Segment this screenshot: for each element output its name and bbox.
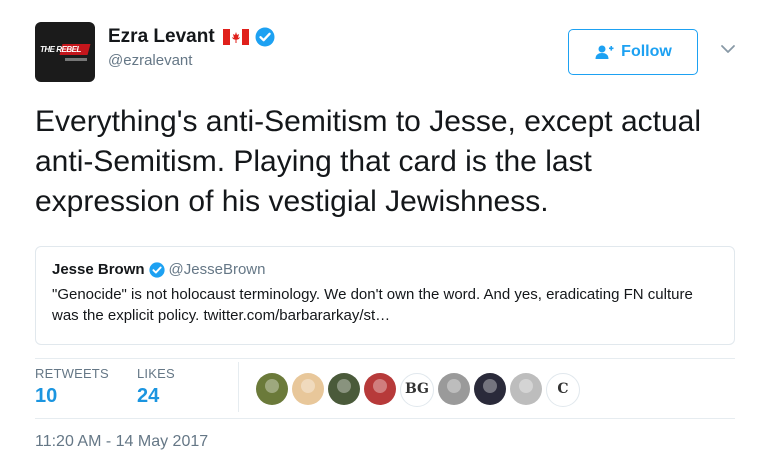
verified-badge-icon <box>255 27 275 47</box>
quoted-tweet-header: Jesse Brown @JesseBrown <box>52 261 718 278</box>
liker-avatar-figure <box>337 379 351 393</box>
liker-avatar[interactable] <box>292 373 324 405</box>
liker-avatar[interactable]: C <box>546 373 580 407</box>
author-handle[interactable]: @ezralevant <box>108 52 192 69</box>
retweets-count: 10 <box>35 385 58 407</box>
liker-avatar-figure <box>519 379 533 393</box>
retweets-label: RETWEETS <box>35 366 109 381</box>
liker-avatar[interactable] <box>364 373 396 405</box>
add-user-icon <box>595 45 614 59</box>
avatar-logo-text: THE REBEL <box>40 45 81 54</box>
tweet-text: Everything's anti-Semitism to Jesse, exc… <box>35 105 702 218</box>
liker-avatar-label: BG <box>404 381 430 397</box>
liker-avatar-figure <box>483 379 497 393</box>
liker-avatar[interactable] <box>510 373 542 405</box>
author-display-name[interactable]: Ezra Levant <box>108 26 215 48</box>
liker-avatar-figure <box>265 379 279 393</box>
chevron-down-icon[interactable] <box>719 42 737 56</box>
follow-button[interactable]: Follow <box>568 29 698 75</box>
liker-avatar[interactable] <box>328 373 360 405</box>
liker-avatar-figure <box>301 379 315 393</box>
stats-separator <box>238 362 239 412</box>
tweet-timestamp[interactable]: 11:20 AM - 14 May 2017 <box>35 433 208 451</box>
likes-stat[interactable]: LIKES 24 <box>137 366 175 408</box>
liker-avatar[interactable] <box>474 373 506 405</box>
author-name-row: Ezra Levant <box>108 26 275 48</box>
quoted-author-handle: @JesseBrown <box>168 261 266 278</box>
canada-flag-icon <box>222 29 249 45</box>
quoted-tweet[interactable]: Jesse Brown @JesseBrown "Genocide" is no… <box>35 246 735 345</box>
liker-avatar-figure <box>373 379 387 393</box>
stats-divider-top <box>35 358 735 359</box>
likers-avatars: BG C <box>256 373 584 407</box>
avatar-logo-underline <box>65 58 87 61</box>
quoted-tweet-text: "Genocide" is not holocaust terminology.… <box>52 286 693 324</box>
likes-label: LIKES <box>137 366 175 381</box>
liker-avatar[interactable]: BG <box>400 373 434 407</box>
stats-divider-bottom <box>35 418 735 419</box>
verified-badge-icon <box>148 261 165 278</box>
liker-avatar[interactable] <box>256 373 288 405</box>
follow-button-label: Follow <box>621 43 672 60</box>
quoted-author-name: Jesse Brown <box>52 261 145 278</box>
author-avatar[interactable]: THE REBEL <box>35 22 95 82</box>
likes-count: 24 <box>137 385 160 407</box>
liker-avatar-label: C <box>557 381 569 397</box>
liker-avatar-figure <box>447 379 461 393</box>
retweets-stat[interactable]: RETWEETS 10 <box>35 366 109 408</box>
liker-avatar[interactable] <box>438 373 470 405</box>
